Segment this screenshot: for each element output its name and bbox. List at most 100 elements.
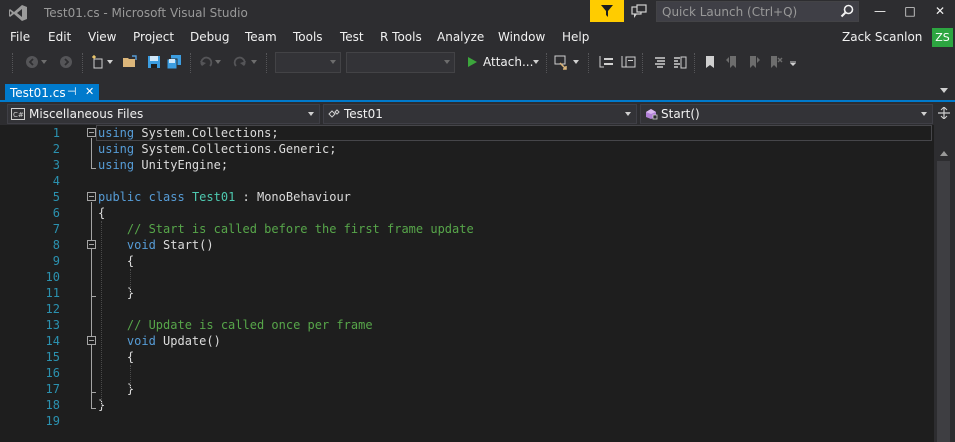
menu-help[interactable]: Help	[562, 30, 589, 44]
toolbar-options-dropdown[interactable]	[788, 54, 798, 70]
save-all-icon	[166, 55, 181, 70]
project-dropdown[interactable]: C# Miscellaneous Files	[7, 104, 320, 124]
menu-view[interactable]: View	[88, 30, 116, 44]
back-arrow-icon	[26, 56, 38, 68]
step-into-button[interactable]	[620, 54, 636, 70]
undo-icon	[200, 56, 213, 67]
line-number: 5	[52, 190, 60, 204]
step-over-button[interactable]	[598, 54, 614, 70]
new-project-icon	[92, 55, 103, 69]
pin-tab-icon[interactable]: ⊣	[67, 85, 77, 98]
outline-end	[91, 392, 96, 393]
account-name[interactable]: Zack Scanlon	[842, 30, 922, 44]
menu-r-tools[interactable]: R Tools	[380, 30, 422, 44]
avatar[interactable]: ZS	[932, 28, 953, 47]
line-number: 4	[52, 174, 60, 188]
code-line[interactable]: {	[98, 253, 134, 269]
maximize-button[interactable]: □	[895, 0, 925, 22]
member-dropdown[interactable]: Start()	[640, 104, 933, 124]
code-line[interactable]: }	[98, 285, 134, 301]
menu-tools[interactable]: Tools	[293, 30, 323, 44]
menu-project[interactable]: Project	[133, 30, 174, 44]
redo-dropdown[interactable]	[250, 54, 258, 70]
quick-launch-search[interactable]: Quick Launch (Ctrl+Q)	[656, 1, 859, 22]
chevron-down-icon	[41, 60, 47, 64]
uncomment-lines-button[interactable]	[672, 54, 688, 70]
type-name: Test01	[344, 107, 383, 121]
code-line[interactable]: using System.Collections.Generic;	[98, 141, 336, 157]
menu-edit[interactable]: Edit	[48, 30, 71, 44]
attach-button-label[interactable]: Attach...	[483, 55, 533, 69]
toolbar-grip[interactable]	[12, 53, 14, 73]
toolbar-separator	[546, 53, 548, 73]
undo-button[interactable]	[198, 54, 214, 70]
code-line[interactable]: {	[98, 205, 105, 221]
code-line[interactable]: using System.Collections;	[98, 125, 279, 141]
chevron-down-icon	[625, 112, 631, 116]
menu-window[interactable]: Window	[498, 30, 545, 44]
scroll-thumb[interactable]	[937, 161, 950, 442]
save-icon	[148, 56, 160, 68]
navigate-back-button[interactable]	[24, 54, 40, 70]
browser-link-dropdown[interactable]	[572, 54, 580, 70]
open-file-button[interactable]	[122, 54, 138, 70]
back-dropdown[interactable]	[40, 54, 48, 70]
code-token: UnityEngine;	[134, 158, 229, 172]
browser-link-button[interactable]	[554, 54, 570, 70]
solution-configurations-dropdown[interactable]	[275, 52, 341, 73]
comment-lines-button[interactable]	[652, 54, 668, 70]
vertical-scrollbar[interactable]	[934, 125, 955, 442]
code-token: {	[98, 254, 135, 268]
toggle-bookmark-button[interactable]	[702, 54, 718, 70]
code-line[interactable]: public class Test01 : MonoBehaviour	[98, 189, 351, 205]
code-line[interactable]: void Update()	[98, 333, 221, 349]
redo-button[interactable]	[232, 54, 248, 70]
menu-file[interactable]: File	[10, 30, 30, 44]
menu-analyze[interactable]: Analyze	[437, 30, 484, 44]
clear-bookmarks-button[interactable]	[768, 54, 784, 70]
menu-test[interactable]: Test	[340, 30, 364, 44]
new-project-button[interactable]	[90, 54, 106, 70]
new-item-dropdown[interactable]	[106, 54, 114, 70]
outline-line	[91, 138, 92, 168]
notification-filter-button[interactable]	[590, 0, 624, 22]
filter-icon	[601, 5, 613, 17]
code-line[interactable]: // Start is called before the first fram…	[98, 221, 474, 237]
code-line[interactable]: using UnityEngine;	[98, 157, 228, 173]
collapse-update-method-toggle[interactable]	[87, 336, 96, 345]
code-line[interactable]: void Start()	[98, 237, 214, 253]
type-dropdown[interactable]: Test01	[323, 104, 637, 124]
collapse-start-method-toggle[interactable]	[87, 240, 96, 249]
collapse-usings-toggle[interactable]	[87, 128, 96, 137]
solution-platforms-dropdown[interactable]	[346, 52, 455, 73]
save-all-button[interactable]	[166, 54, 182, 70]
start-debugging-button[interactable]	[464, 54, 480, 70]
toolbar-separator	[642, 53, 644, 73]
close-window-button[interactable]: ✕	[925, 0, 955, 22]
line-number: 1	[52, 126, 60, 140]
keyword-token: void	[126, 238, 156, 252]
split-window-button[interactable]	[938, 106, 950, 122]
next-bookmark-button[interactable]	[746, 54, 762, 70]
line-number: 13	[45, 318, 60, 332]
minimize-button[interactable]: —	[865, 0, 895, 22]
code-line[interactable]: {	[98, 349, 134, 365]
save-button[interactable]	[146, 54, 162, 70]
menu-team[interactable]: Team	[245, 30, 277, 44]
undo-dropdown[interactable]	[214, 54, 222, 70]
tab-list-dropdown-icon[interactable]	[940, 88, 948, 93]
feedback-button[interactable]	[628, 2, 650, 22]
close-tab-icon[interactable]: ✕	[85, 85, 94, 98]
code-line[interactable]: }	[98, 381, 134, 397]
bookmark-icon	[706, 56, 714, 68]
navigate-forward-button[interactable]	[58, 54, 74, 70]
collapse-class-toggle[interactable]	[87, 192, 96, 201]
scroll-up-arrow-icon[interactable]	[940, 151, 948, 156]
close-icon: ✕	[934, 4, 946, 18]
code-line[interactable]: // Update is called once per frame	[98, 317, 373, 333]
line-number: 2	[52, 142, 60, 156]
previous-bookmark-button[interactable]	[724, 54, 740, 70]
menu-debug[interactable]: Debug	[190, 30, 229, 44]
